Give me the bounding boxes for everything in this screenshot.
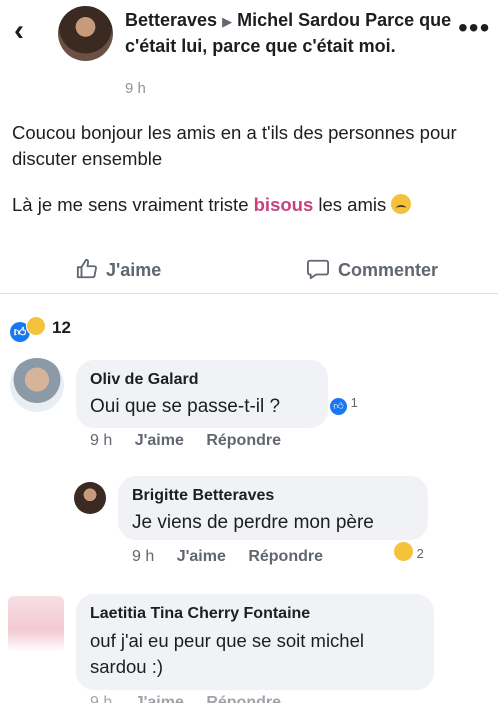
comment-time[interactable]: 9 h [90,432,112,449]
comment-bubble: Laetitia Tina Cherry Fontaine ouf j'ai e… [76,594,434,690]
comment-text: Je viens de perdre mon père [132,512,374,533]
comment-time[interactable]: 9 h [132,548,154,565]
commenter-name[interactable]: Laetitia Tina Cherry Fontaine [90,604,420,624]
commenter-avatar[interactable] [10,358,64,412]
comment-reply-link[interactable]: Répondre [248,548,323,565]
commenter-avatar[interactable] [8,596,64,652]
post-header: ‹ Betteraves ▶ Michel Sardou Parce que c… [0,0,498,100]
comment-bubble: Brigitte Betteraves Je viens de perdre m… [118,476,428,540]
reaction-summary[interactable]: 👍︎ 12 [10,316,71,342]
commenter-name[interactable]: Brigitte Betteraves [132,486,414,506]
crying-emoji-icon [391,194,412,214]
comment-icon [306,259,329,280]
commenter-name[interactable]: Oliv de Galard [90,370,314,390]
like-reaction-icon: 👍︎ [330,398,347,415]
comment-like-link[interactable]: J'aime [177,548,226,565]
post-actions-bar: J'aime Commenter [0,250,498,294]
author-name[interactable]: Betteraves [125,10,217,30]
comment-reactions[interactable]: 2 [394,542,424,561]
comment-meta: 9 h J'aime Répondre [132,548,341,566]
comment-like-link[interactable]: J'aime [135,694,184,703]
post-body: Coucou bonjour les amis en a t'ils des p… [0,100,498,218]
comment-time[interactable]: 9 h [90,694,112,703]
post-time[interactable]: 9 h [125,80,146,97]
commenter-avatar[interactable] [74,482,106,514]
comment-reply-link[interactable]: Répondre [206,694,281,703]
post-author-line: Betteraves ▶ Michel Sardou Parce que c'é… [125,8,455,58]
reaction-count: 12 [52,318,71,337]
comment-like-link[interactable]: J'aime [135,432,184,449]
comment-meta: 9 h J'aime Répondre [90,694,299,703]
back-arrow-icon[interactable]: ‹ [14,16,24,46]
like-button[interactable]: J'aime [76,258,161,281]
highlighted-word: bisous [253,194,314,215]
author-avatar[interactable] [58,6,113,61]
comment-item: Laetitia Tina Cherry Fontaine ouf j'ai e… [0,588,498,703]
comment-meta: 9 h J'aime Répondre [90,432,299,450]
comment-bubble: Oliv de Galard Oui que se passe-t-il ? [76,360,328,428]
sad-reaction-icon [394,542,413,561]
sad-reaction-icon [26,316,46,336]
reply-item: Brigitte Betteraves Je viens de perdre m… [0,470,498,580]
comment-text: Oui que se passe-t-il ? [90,396,281,417]
post-text-line2: Là je me sens vraiment triste bisous les… [12,192,486,218]
comment-item: Oliv de Galard Oui que se passe-t-il ? 👍… [0,350,498,460]
comment-text: ouf j'ai eu peur que se soit michel sard… [90,630,364,677]
more-options-icon[interactable]: ••• [458,14,490,42]
post-text-line1: Coucou bonjour les amis en a t'ils des p… [12,122,457,169]
comment-button[interactable]: Commenter [306,258,438,281]
comment-reactions[interactable]: 👍︎ 1 [330,395,358,415]
comment-reply-link[interactable]: Répondre [206,432,281,449]
thumbs-up-icon [76,258,97,279]
arrow-right-icon: ▶ [222,14,233,29]
